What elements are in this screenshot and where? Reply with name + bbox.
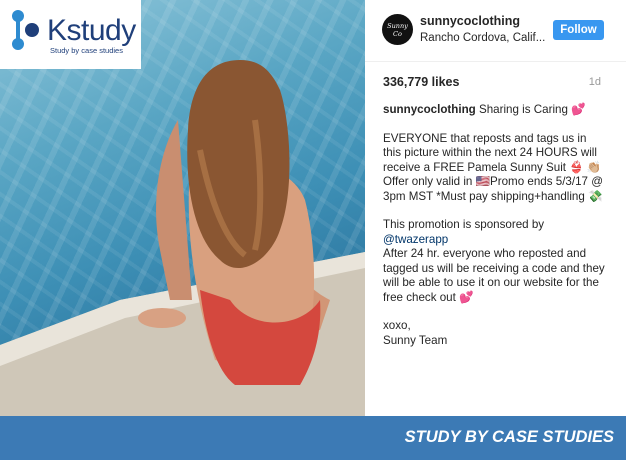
post-panel: Sunny Co sunnycoclothing Rancho Cordova,… <box>365 0 626 416</box>
caption-signature: Sunny Team <box>383 333 448 347</box>
caption-signoff: xoxo, <box>383 319 411 332</box>
kstudy-logo: Kstudy Study by case studies <box>0 0 141 69</box>
caption-headline-text: Sharing is Caring 💕 <box>478 103 586 116</box>
hand-left <box>138 308 186 328</box>
caption-headline: sunnycoclothing Sharing is Caring 💕 <box>383 103 605 118</box>
likes-count[interactable]: 336,779 likes <box>383 75 459 89</box>
location-link[interactable]: Rancho Cordova, Calif... <box>420 32 545 44</box>
brand-banner-text: STUDY BY CASE STUDIES <box>404 428 614 446</box>
brand-banner: STUDY BY CASE STUDIES <box>0 416 626 460</box>
kstudy-logo-icon <box>12 10 39 50</box>
caption-paragraph: After 24 hr. everyone who reposted and t… <box>383 247 608 304</box>
caption-paragraph: EVERYONE that reposts and tags us in thi… <box>383 131 607 203</box>
caption-sponsor-line: This promotion is sponsored by <box>383 218 545 231</box>
caption-author-link[interactable]: sunnycoclothing <box>383 103 476 116</box>
sponsor-mention-link[interactable]: @twazerapp <box>383 233 605 248</box>
post-header: Sunny Co sunnycoclothing Rancho Cordova,… <box>365 0 626 62</box>
arm-left <box>156 120 192 300</box>
avatar[interactable]: Sunny Co <box>382 14 413 45</box>
post-age[interactable]: 1d <box>589 76 601 88</box>
logo-wordmark: Kstudy <box>47 14 136 47</box>
logo-tagline: Study by case studies <box>50 46 123 55</box>
username-link[interactable]: sunnycoclothing <box>420 14 520 28</box>
post-caption: sunnycoclothing Sharing is Caring 💕 EVER… <box>383 103 605 348</box>
follow-button[interactable]: Follow <box>553 20 604 40</box>
